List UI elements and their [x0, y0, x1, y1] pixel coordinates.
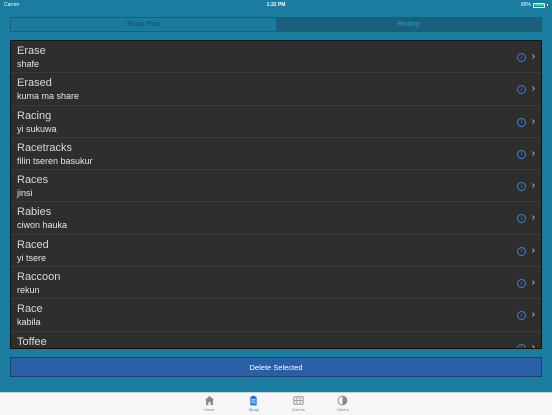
translation-label: yi sukuwa: [17, 123, 57, 134]
tab-study[interactable]: Study: [232, 393, 277, 415]
word-list: Erase shafe i › Erased kuma ma share i ›…: [10, 40, 542, 349]
chevron-right-icon: ›: [531, 147, 535, 159]
list-item[interactable]: Erased kuma ma share i ›: [11, 73, 541, 106]
word-label: Toffee: [17, 335, 47, 348]
translation-label: kuma ma share: [17, 91, 80, 102]
info-icon[interactable]: i: [517, 246, 526, 256]
tab-home[interactable]: Home: [187, 393, 232, 415]
chevron-right-icon: ›: [531, 341, 535, 349]
info-icon[interactable]: i: [517, 117, 526, 127]
translation-label: ciwon hauka: [17, 220, 68, 231]
chevron-right-icon: ›: [531, 51, 535, 62]
tab-label-others: Others: [336, 407, 349, 412]
chevron-right-icon: ›: [531, 309, 535, 321]
translation-label: shafe: [17, 59, 40, 69]
chevron-right-icon: ›: [531, 212, 535, 224]
list-item[interactable]: Races jinsi i ›: [11, 170, 541, 203]
tab-history[interactable]: History: [276, 18, 541, 31]
list-item[interactable]: Racetracks filin tseren basukur i ›: [11, 138, 541, 171]
word-label: Rabies: [17, 206, 52, 219]
info-icon[interactable]: i: [517, 214, 526, 224]
word-label: Racing: [17, 109, 52, 122]
status-time: 1:32 PM: [266, 2, 286, 8]
word-label: Races: [17, 174, 49, 187]
word-label: Erased: [17, 77, 52, 90]
chevron-right-icon: ›: [531, 115, 535, 127]
list-item[interactable]: Racing yi sukuwa i ›: [11, 106, 541, 138]
chevron-right-icon: ›: [531, 244, 535, 256]
tab-bar: Home Study Games Others: [0, 392, 552, 415]
clipboard-icon: [250, 395, 257, 406]
info-icon[interactable]: i: [517, 85, 526, 95]
word-label: Racetracks: [17, 141, 73, 154]
info-icon[interactable]: i: [517, 311, 526, 321]
tab-label-games: Games: [291, 407, 305, 412]
translation-label: yi tsere: [17, 252, 47, 263]
home-icon: [204, 395, 214, 406]
tab-games[interactable]: Games: [276, 393, 321, 415]
translation-label: filin tseren basukur: [17, 155, 93, 166]
chevron-right-icon: ›: [531, 83, 535, 95]
info-icon[interactable]: i: [517, 279, 526, 289]
list-item[interactable]: Raced yi tsere i ›: [11, 235, 541, 268]
games-icon: [293, 396, 304, 405]
study-history-segmented-control: Study Plan History: [10, 17, 542, 32]
word-label: Raced: [17, 238, 49, 251]
info-icon[interactable]: i: [517, 149, 526, 159]
battery-icon: [533, 2, 545, 8]
translation-label: rekun: [17, 285, 40, 296]
list-item[interactable]: Rabies ciwon hauka i ›: [11, 202, 541, 235]
info-icon[interactable]: i: [517, 343, 526, 348]
tab-label-study: Study: [248, 407, 259, 412]
info-icon[interactable]: i: [517, 182, 526, 192]
delete-selected-button[interactable]: Delete Selected: [10, 357, 542, 377]
list-item[interactable]: Raccoon rekun i ›: [11, 267, 541, 300]
tab-study-plan[interactable]: Study Plan: [11, 18, 276, 31]
tab-label-home: Home: [203, 407, 215, 412]
list-item[interactable]: Race kabila i ›: [11, 299, 541, 332]
chevron-right-icon: ›: [531, 277, 535, 289]
word-label: Raccoon: [17, 271, 61, 284]
tab-others[interactable]: Others: [321, 393, 366, 415]
status-bar: Carrier 1:32 PM 89%: [0, 0, 552, 10]
contrast-icon: [337, 395, 348, 406]
battery-percent: 89%: [520, 2, 531, 8]
word-label: Race: [17, 303, 43, 316]
list-item[interactable]: Toffee i ›: [11, 332, 541, 349]
battery-indicator: 89%: [521, 2, 548, 8]
info-icon[interactable]: i: [517, 53, 526, 62]
word-label: Erase: [17, 45, 46, 57]
translation-label: jinsi: [17, 188, 33, 199]
chevron-right-icon: ›: [531, 180, 535, 192]
translation-label: kabila: [17, 317, 41, 328]
list-item[interactable]: Erase shafe i ›: [11, 41, 541, 74]
